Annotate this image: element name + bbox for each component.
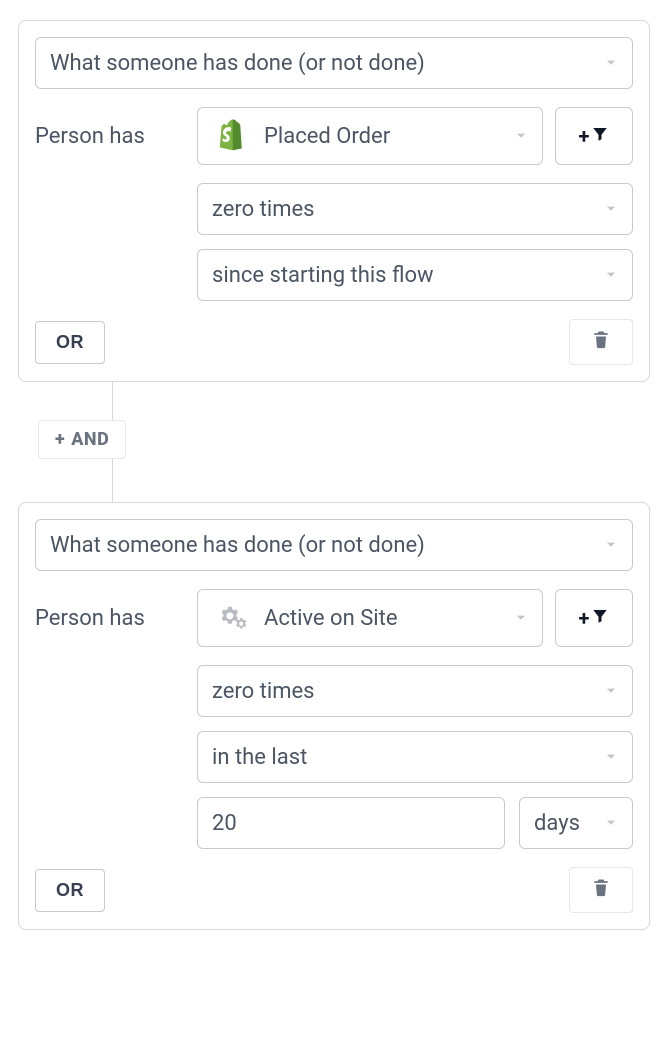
shopify-icon — [212, 118, 252, 154]
chevron-down-icon — [604, 750, 618, 764]
event-select[interactable]: Placed Order — [197, 107, 543, 165]
add-filter-button[interactable]: + — [555, 589, 633, 647]
chevron-down-icon — [604, 684, 618, 698]
timeframe-select[interactable]: in the last — [197, 731, 633, 783]
event-select[interactable]: Active on Site — [197, 589, 543, 647]
condition-type-label: What someone has done (or not done) — [50, 51, 596, 76]
delete-button[interactable] — [569, 319, 633, 365]
chevron-down-icon — [604, 202, 618, 216]
timeframe-label: in the last — [212, 745, 596, 770]
unit-select[interactable]: days — [519, 797, 633, 849]
funnel-icon — [591, 124, 609, 148]
event-label: Active on Site — [264, 606, 506, 631]
and-button[interactable]: + AND — [38, 420, 126, 459]
chevron-down-icon — [514, 611, 528, 625]
trash-icon — [591, 877, 611, 903]
event-label: Placed Order — [264, 124, 506, 149]
condition-type-select[interactable]: What someone has done (or not done) — [35, 519, 633, 571]
gears-icon — [212, 600, 252, 636]
plus-icon: + — [579, 606, 590, 630]
delete-button[interactable] — [569, 867, 633, 913]
chevron-down-icon — [514, 129, 528, 143]
plus-icon: + — [55, 429, 65, 450]
chevron-down-icon — [604, 268, 618, 282]
timeframe-label: since starting this flow — [212, 263, 596, 288]
condition-type-label: What someone has done (or not done) — [50, 533, 596, 558]
chevron-down-icon — [604, 538, 618, 552]
add-filter-button[interactable]: + — [555, 107, 633, 165]
condition-block: What someone has done (or not done) Pers… — [18, 502, 650, 930]
or-button[interactable]: OR — [35, 321, 105, 364]
person-has-label: Person has — [35, 107, 185, 165]
frequency-label: zero times — [212, 197, 596, 222]
timeframe-select[interactable]: since starting this flow — [197, 249, 633, 301]
chevron-down-icon — [604, 816, 618, 830]
frequency-label: zero times — [212, 679, 596, 704]
funnel-icon — [591, 606, 609, 630]
and-label: AND — [71, 429, 109, 450]
or-button[interactable]: OR — [35, 869, 105, 912]
chevron-down-icon — [604, 56, 618, 70]
trash-icon — [591, 329, 611, 355]
person-has-label: Person has — [35, 589, 185, 647]
connector: + AND — [18, 382, 650, 502]
plus-icon: + — [579, 124, 590, 148]
frequency-select[interactable]: zero times — [197, 183, 633, 235]
unit-label: days — [534, 811, 596, 836]
condition-block: What someone has done (or not done) Pers… — [18, 20, 650, 382]
frequency-select[interactable]: zero times — [197, 665, 633, 717]
condition-type-select[interactable]: What someone has done (or not done) — [35, 37, 633, 89]
duration-input[interactable] — [197, 797, 505, 849]
